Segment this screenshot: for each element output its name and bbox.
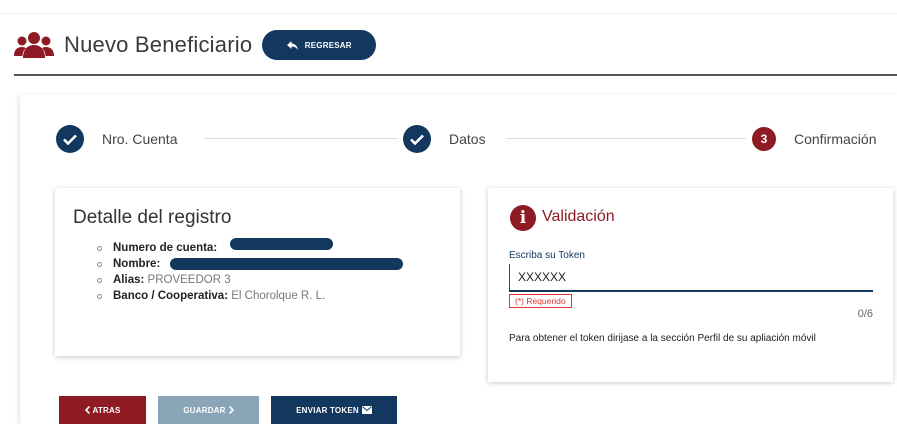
header-divider <box>14 74 897 76</box>
step-connector <box>204 138 398 139</box>
redacted-account-number <box>230 238 333 250</box>
list-item: Banco / Cooperativa: El Chorolque R. L. <box>97 288 325 304</box>
chevron-left-icon <box>84 406 90 414</box>
validation-title: Validación <box>542 208 615 225</box>
bullet-icon <box>97 246 102 251</box>
list-item: Alias: PROVEEDOR 3 <box>97 272 325 288</box>
token-field-label: Escriba su Token <box>509 250 585 261</box>
detail-card: Detalle del registro Numero de cuenta: N… <box>55 188 460 356</box>
guardar-button[interactable]: GUARDAR <box>158 396 259 424</box>
atras-button[interactable]: ATRAS <box>59 396 146 424</box>
page-header: Nuevo Beneficiario REGRESAR <box>14 30 377 60</box>
step-label: Datos <box>449 131 486 147</box>
enviar-token-button[interactable]: ENVIAR TOKEN <box>271 396 397 424</box>
char-counter: 0/6 <box>857 308 873 320</box>
detail-title: Detalle del registro <box>73 207 232 228</box>
regresar-label: REGRESAR <box>304 40 352 50</box>
step-nro-cuenta: Nro. Cuenta <box>56 124 177 154</box>
detail-value: El Chorolque R. L. <box>231 290 326 302</box>
detail-label: Banco / Cooperativa: <box>113 290 229 302</box>
chevron-right-icon <box>228 406 234 414</box>
bullet-icon <box>97 294 102 299</box>
atras-label: ATRAS <box>92 405 121 415</box>
check-icon <box>403 125 431 153</box>
page-title: Nuevo Beneficiario <box>64 32 253 57</box>
top-strip <box>0 0 897 14</box>
token-hint: Para obtener el token dirijase a la secc… <box>509 333 816 344</box>
check-icon <box>56 125 84 153</box>
stepper: Nro. Cuenta Datos 3 Confirmación <box>56 124 897 154</box>
token-input[interactable] <box>509 264 873 292</box>
bullet-icon <box>97 262 102 267</box>
redacted-name <box>170 258 403 270</box>
step-label: Confirmación <box>794 131 877 147</box>
detail-value: PROVEEDOR 3 <box>147 274 231 286</box>
step-confirmacion: 3 Confirmación <box>752 124 876 154</box>
detail-label: Numero de cuenta: <box>113 242 218 254</box>
bullet-icon <box>97 278 102 283</box>
step-datos: Datos <box>403 124 486 154</box>
envelope-icon <box>361 406 372 414</box>
users-icon <box>14 32 54 58</box>
required-hint: (*) Requerido <box>509 294 572 308</box>
validation-card: i Validación Escriba su Token (*) Requer… <box>488 188 893 382</box>
step-number: 3 <box>752 127 776 151</box>
step-label: Nro. Cuenta <box>102 131 178 147</box>
enviar-token-label: ENVIAR TOKEN <box>296 405 359 415</box>
step-connector <box>506 138 746 139</box>
reply-arrow-icon <box>286 40 298 50</box>
detail-label: Alias: <box>113 274 145 286</box>
regresar-button[interactable]: REGRESAR <box>262 30 377 60</box>
guardar-label: GUARDAR <box>183 405 226 415</box>
info-icon: i <box>510 205 536 231</box>
detail-label: Nombre: <box>113 258 161 270</box>
